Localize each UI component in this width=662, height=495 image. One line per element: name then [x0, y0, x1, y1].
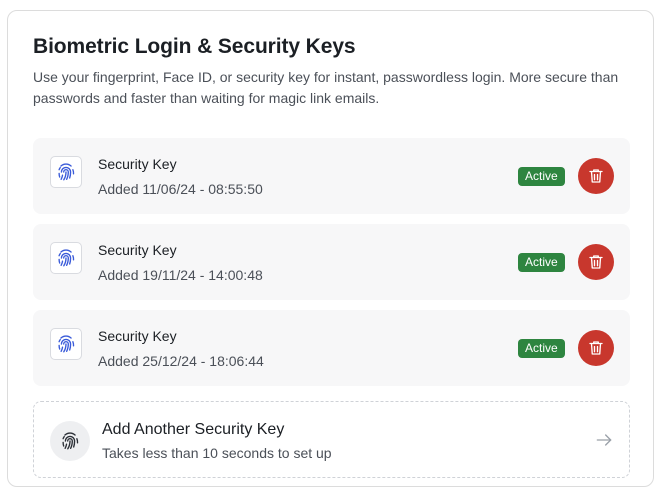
security-key-row: Security Key Added 19/11/24 - 14:00:48 A…	[33, 224, 630, 300]
trash-icon	[589, 341, 603, 355]
trash-icon	[589, 255, 603, 269]
key-name: Security Key	[98, 156, 177, 172]
fingerprint-icon	[50, 242, 82, 274]
delete-key-button[interactable]	[578, 244, 614, 280]
key-added-date: Added 11/06/24 - 08:55:50	[98, 181, 263, 197]
key-added-date: Added 19/11/24 - 14:00:48	[98, 267, 263, 283]
status-badge: Active	[518, 339, 565, 358]
delete-key-button[interactable]	[578, 330, 614, 366]
key-name: Security Key	[98, 328, 177, 344]
delete-key-button[interactable]	[578, 158, 614, 194]
key-name: Security Key	[98, 242, 177, 258]
trash-icon	[589, 169, 603, 183]
security-key-row: Security Key Added 11/06/24 - 08:55:50 A…	[33, 138, 630, 214]
fingerprint-icon	[50, 328, 82, 360]
status-badge: Active	[518, 167, 565, 186]
add-key-title: Add Another Security Key	[102, 421, 285, 438]
add-security-key-button[interactable]: Add Another Security Key Takes less than…	[33, 401, 630, 478]
key-added-date: Added 25/12/24 - 18:06:44	[98, 353, 264, 369]
fingerprint-icon	[50, 156, 82, 188]
section-description: Use your fingerprint, Face ID, or securi…	[33, 69, 619, 106]
security-keys-card: Biometric Login & Security Keys Use your…	[7, 10, 654, 487]
add-key-subtitle: Takes less than 10 seconds to set up	[102, 445, 332, 461]
section-title: Biometric Login & Security Keys	[33, 35, 356, 58]
status-badge: Active	[518, 253, 565, 272]
fingerprint-icon	[50, 421, 90, 461]
security-key-row: Security Key Added 25/12/24 - 18:06:44 A…	[33, 310, 630, 386]
arrow-right-icon	[596, 434, 612, 446]
